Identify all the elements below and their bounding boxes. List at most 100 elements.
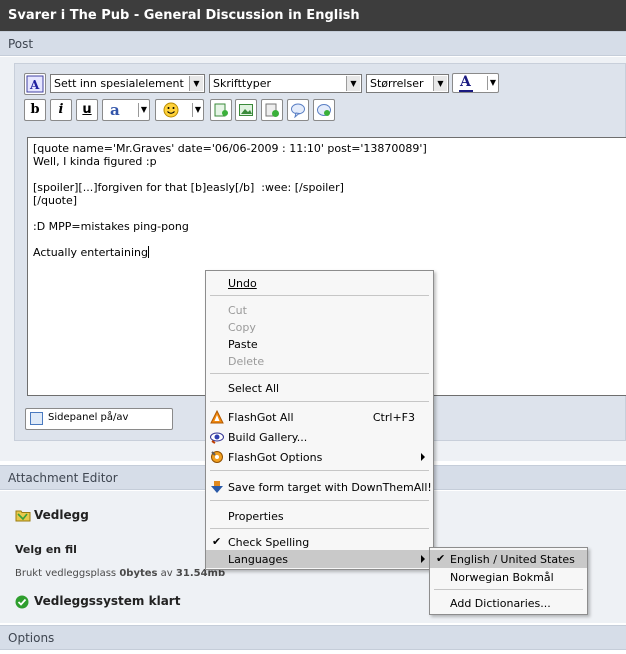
- download-arrow-icon: [211, 481, 223, 493]
- special-chars-icon[interactable]: A: [24, 73, 46, 95]
- chevron-down-icon: ▼: [433, 76, 447, 91]
- checkmark-circle-icon: [15, 595, 29, 609]
- menu-label: English / United States: [450, 553, 575, 566]
- emoticon-button[interactable]: ▼: [155, 99, 204, 121]
- menu-label: Cut: [228, 304, 247, 317]
- page-title: Svarer i The Pub - General Discussion in…: [0, 0, 626, 31]
- font-color-button[interactable]: A ▼: [452, 73, 499, 93]
- eye-icon: [210, 432, 224, 444]
- flashgot-icon: [210, 410, 224, 424]
- chevron-down-icon: ▼: [137, 103, 147, 117]
- submenu-arrow-icon: [421, 453, 425, 461]
- insert-image-icon[interactable]: [235, 99, 257, 121]
- sidepanel-icon: [30, 412, 43, 425]
- menu-item-add-dictionaries[interactable]: Add Dictionaries...: [430, 594, 587, 612]
- options-header[interactable]: Options: [0, 625, 626, 650]
- underline-button[interactable]: u: [76, 99, 98, 121]
- special-element-label: Sett inn spesialelement: [54, 77, 184, 90]
- menu-separator: [210, 500, 429, 501]
- special-element-select[interactable]: Sett inn spesialelement ▼: [50, 74, 205, 93]
- font-style-icon: a: [110, 101, 120, 119]
- editor-line-last: Actually entertaining: [33, 246, 626, 259]
- editor-line: Actually entertaining: [33, 246, 148, 259]
- usage-used: 0bytes: [119, 568, 158, 579]
- languages-submenu: ✔ English / United States Norwegian Bokm…: [429, 547, 588, 615]
- sidepanel-toggle-button[interactable]: Sidepanel på/av: [25, 408, 173, 430]
- color-swatch: [459, 90, 473, 92]
- language-english-us[interactable]: ✔ English / United States: [430, 550, 587, 568]
- insert-quote-icon[interactable]: [287, 99, 309, 121]
- menu-item-downthemall[interactable]: Save form target with DownThemAll!: [206, 478, 433, 496]
- svg-text:A: A: [29, 78, 40, 92]
- smiley-icon: [163, 102, 179, 118]
- menu-item-copy[interactable]: Copy: [206, 318, 433, 336]
- menu-label: Add Dictionaries...: [450, 597, 551, 610]
- menu-item-build-gallery[interactable]: Build Gallery...: [206, 428, 433, 446]
- sidepanel-toggle-label: Sidepanel på/av: [48, 412, 129, 423]
- menu-item-delete[interactable]: Delete: [206, 352, 433, 370]
- menu-item-cut[interactable]: Cut: [206, 301, 433, 319]
- attachments-heading: Vedlegg: [34, 508, 89, 522]
- menu-label: Select All: [228, 382, 280, 395]
- menu-item-flashgot-options[interactable]: FlashGot Options: [206, 448, 433, 466]
- menu-item-flashgot-all[interactable]: FlashGot All Ctrl+F3: [206, 408, 433, 426]
- attachment-status: Vedleggssystem klart: [34, 594, 181, 608]
- chevron-down-icon: ▼: [189, 76, 203, 91]
- menu-item-languages[interactable]: Languages: [206, 550, 433, 568]
- editor-line: [spoiler][...]forgiven for that [b]easly…: [33, 181, 344, 194]
- editor-line: [/quote]: [33, 194, 78, 207]
- submenu-arrow-icon: [421, 555, 425, 563]
- folder-icon: [15, 510, 31, 522]
- insert-media-icon[interactable]: [261, 99, 283, 121]
- font-style-button[interactable]: a ▼: [102, 99, 150, 121]
- menu-separator: [210, 528, 429, 529]
- menu-item-undo[interactable]: Undo: [206, 274, 433, 292]
- size-label: Størrelser: [370, 77, 424, 90]
- menu-item-check-spelling[interactable]: ✔ Check Spelling: [206, 533, 433, 551]
- menu-shortcut: Ctrl+F3: [372, 411, 415, 424]
- menu-separator: [210, 401, 429, 402]
- language-norwegian[interactable]: Norwegian Bokmål: [430, 568, 587, 586]
- font-select[interactable]: Skrifttyper ▼: [209, 74, 362, 93]
- checkmark-icon: ✔: [436, 552, 446, 565]
- attachment-usage: Brukt vedleggsplass 0bytes av 31.54mb: [15, 568, 225, 579]
- checkmark-icon: ✔: [212, 535, 222, 548]
- insert-link-icon[interactable]: [210, 99, 232, 121]
- menu-separator: [434, 589, 583, 590]
- chevron-down-icon: ▼: [191, 103, 201, 117]
- menu-label: FlashGot All: [228, 411, 294, 424]
- size-select[interactable]: Størrelser ▼: [366, 74, 449, 93]
- menu-label: Properties: [228, 510, 284, 523]
- text-caret: [147, 246, 149, 258]
- menu-label: Paste: [228, 338, 258, 351]
- bold-button[interactable]: b: [24, 99, 46, 121]
- usage-prefix: Brukt vedleggsplass: [15, 568, 117, 579]
- usage-of: av: [160, 568, 173, 579]
- editor-line: :D MPP=mistakes ping-pong: [33, 220, 189, 233]
- menu-item-properties[interactable]: Properties: [206, 507, 433, 525]
- post-section-header: Post: [0, 31, 626, 56]
- menu-separator: [210, 295, 429, 296]
- gear-icon: [211, 451, 223, 463]
- italic-button[interactable]: i: [50, 99, 72, 121]
- menu-label: Check Spelling: [228, 536, 310, 549]
- choose-file-label[interactable]: Velg en fil: [15, 543, 77, 556]
- insert-code-icon[interactable]: [313, 99, 335, 121]
- menu-label: Languages: [228, 553, 289, 566]
- editor-line: [quote name='Mr.Graves' date='06/06-2009…: [33, 142, 427, 155]
- chevron-down-icon: ▼: [346, 76, 360, 91]
- font-color-icon: A: [460, 74, 471, 90]
- editor-line: Well, I kinda figured :p: [33, 155, 157, 168]
- menu-label: Build Gallery...: [228, 431, 308, 444]
- menu-label: Norwegian Bokmål: [450, 571, 554, 584]
- context-menu: Undo Cut Copy Paste Delete Select All Fl…: [205, 270, 434, 570]
- menu-label: Delete: [228, 355, 265, 368]
- menu-item-select-all[interactable]: Select All: [206, 379, 433, 397]
- menu-separator: [210, 470, 429, 471]
- font-label: Skrifttyper: [213, 77, 272, 90]
- chevron-down-icon: ▼: [486, 76, 496, 90]
- menu-label: Save form target with DownThemAll!: [228, 481, 432, 494]
- menu-item-paste[interactable]: Paste: [206, 335, 433, 353]
